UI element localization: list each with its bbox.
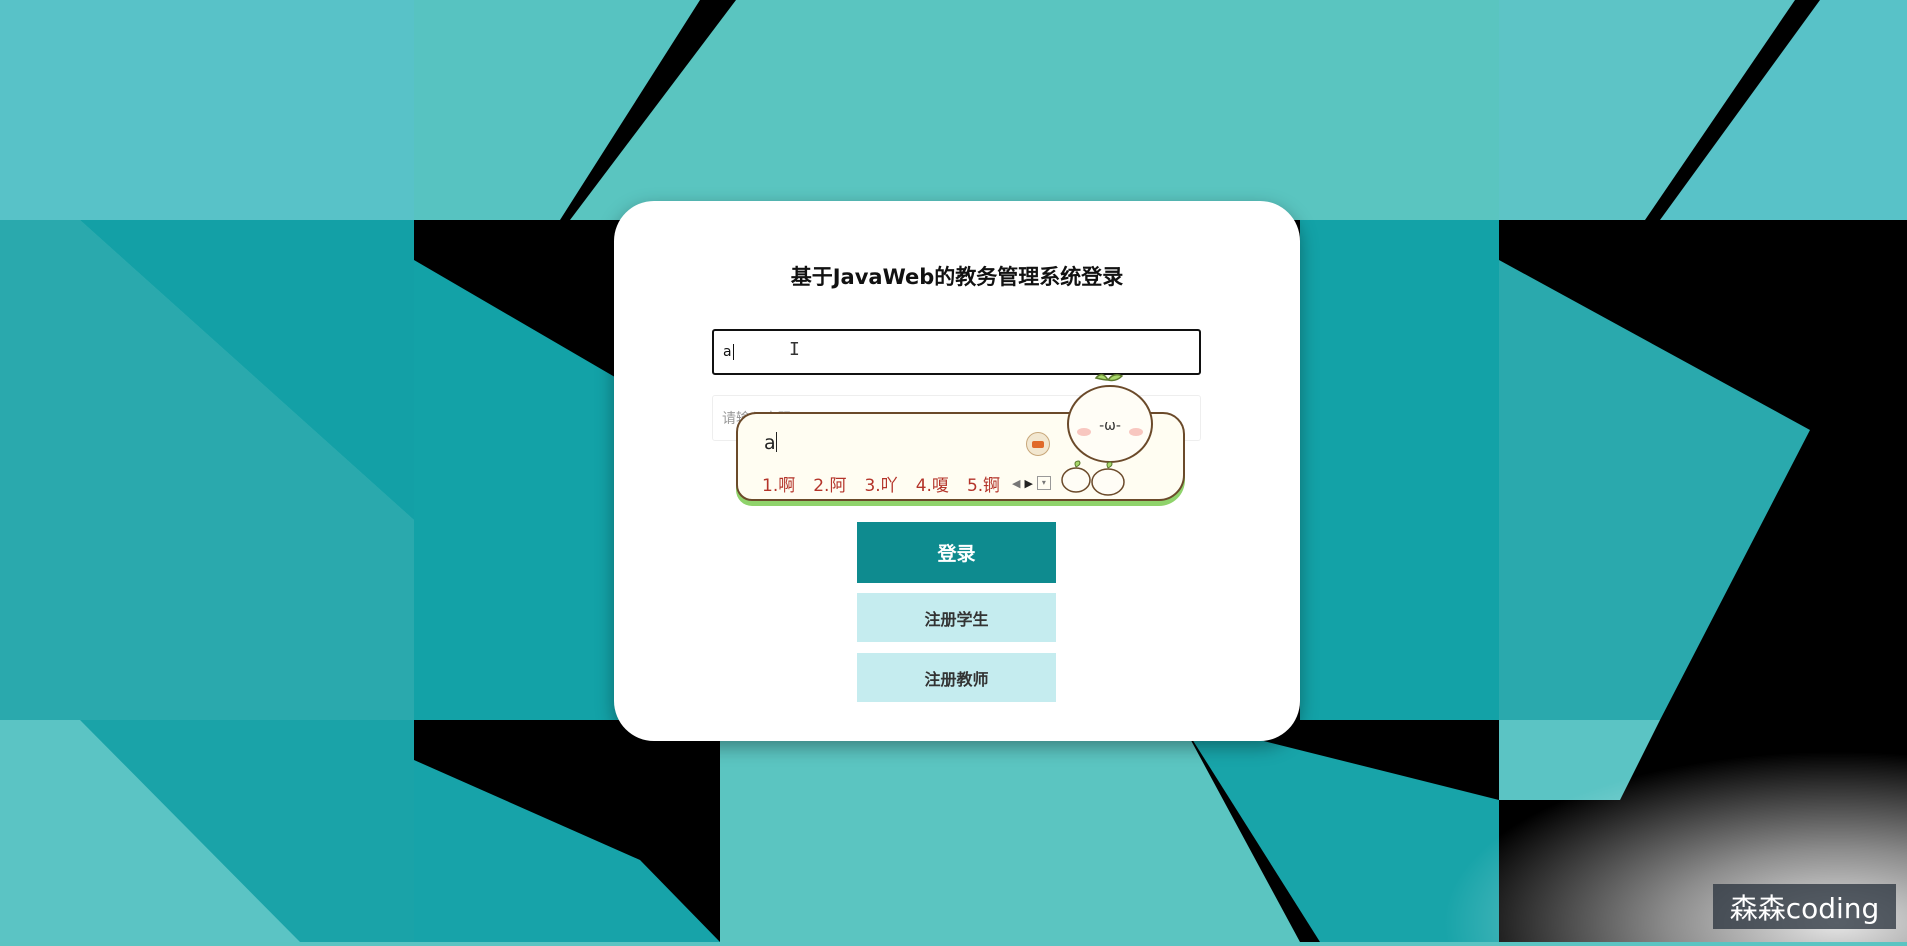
- page-title: 基于JavaWeb的教务管理系统登录: [790, 265, 1124, 289]
- ime-candidate-list: 1.啊 2.阿 3.吖 4.嗄 5.锕: [762, 471, 1000, 496]
- ime-candidate[interactable]: 5.锕: [967, 471, 1000, 496]
- ime-candidate[interactable]: 1.啊: [762, 471, 795, 496]
- ime-candidate-popup: a 1.啊 2.阿 3.吖 4.嗄 5.锕 ◀ ▶ ▾ -ω-: [736, 373, 1185, 501]
- username-input[interactable]: a I: [712, 329, 1201, 375]
- ime-candidate[interactable]: 3.吖: [864, 471, 897, 496]
- register-teacher-button[interactable]: 注册教师: [857, 653, 1056, 702]
- ime-candidate[interactable]: 2.阿: [813, 471, 846, 496]
- ime-composition-text: a: [764, 432, 776, 454]
- ibeam-cursor-icon: I: [789, 339, 800, 360]
- username-value: a: [723, 344, 732, 360]
- expand-icon[interactable]: ▾: [1036, 476, 1051, 490]
- ime-candidate[interactable]: 4.嗄: [916, 471, 949, 496]
- watermark: 森森coding: [1713, 884, 1896, 929]
- text-caret: [732, 344, 734, 360]
- login-button[interactable]: 登录: [857, 522, 1056, 583]
- next-page-icon[interactable]: ▶: [1024, 477, 1032, 490]
- ime-caret: [775, 432, 777, 452]
- prev-page-icon[interactable]: ◀: [1012, 477, 1020, 490]
- ime-logo-icon[interactable]: [1026, 432, 1050, 456]
- ime-composition: a: [764, 432, 777, 454]
- ime-page-controls: ◀ ▶ ▾: [1012, 476, 1051, 490]
- register-student-button[interactable]: 注册学生: [857, 593, 1056, 642]
- mascot-face: -ω-: [1099, 418, 1121, 434]
- mascot-icon: -ω-: [1061, 373, 1153, 496]
